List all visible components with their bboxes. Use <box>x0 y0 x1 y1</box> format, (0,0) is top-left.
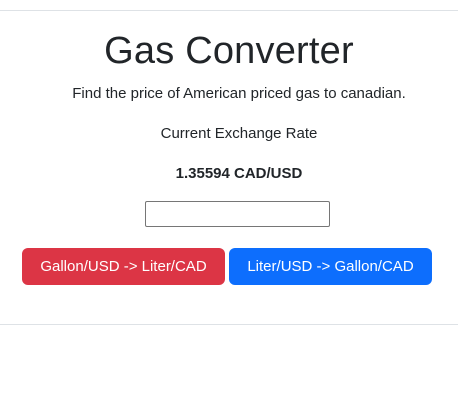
page-title: Gas Converter <box>104 30 354 72</box>
gallon-usd-to-liter-cad-button[interactable]: Gallon/USD -> Liter/CAD <box>22 248 225 285</box>
page-subtitle: Find the price of American priced gas to… <box>72 85 406 102</box>
top-divider <box>0 10 458 11</box>
exchange-rate-value: 1.35594 CAD/USD <box>175 165 303 182</box>
exchange-rate-label: Current Exchange Rate <box>160 125 318 142</box>
liter-usd-to-gallon-cad-button[interactable]: Liter/USD -> Gallon/CAD <box>229 248 432 285</box>
price-input[interactable] <box>145 201 330 227</box>
gas-converter-page: Gas Converter Find the price of American… <box>0 0 458 400</box>
bottom-divider <box>0 324 458 325</box>
